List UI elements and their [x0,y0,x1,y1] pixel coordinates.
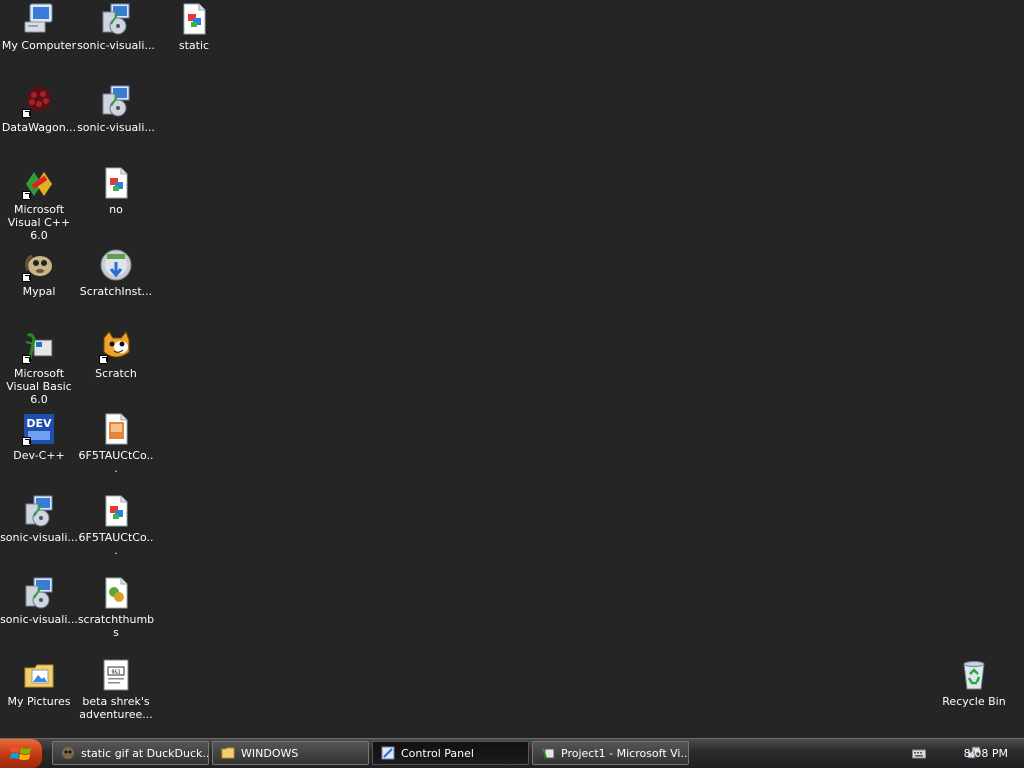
desktop-icon-beta-shrek[interactable]: 0&1 beta shrek's adventuree... [77,658,155,721]
taskbar-item-project1[interactable]: Project1 - Microsoft Vi... [532,741,689,765]
svg-text:0&1: 0&1 [111,670,120,676]
taskbar-item-label: Project1 - Microsoft Vi... [561,746,689,760]
taskbar: static gif at DuckDuck... WINDOWS Contro… [0,738,1024,768]
desktop-icon-label: beta shrek's adventuree... [79,695,153,721]
computer-icon [22,2,56,36]
dev-cpp-icon: DEV [22,412,56,446]
visual-cpp-icon [22,166,56,200]
desktop-icon-scratch[interactable]: Scratch [77,330,155,380]
windows-logo-icon [10,747,31,760]
image-file-icon [177,2,211,36]
shortcut-arrow-icon [22,355,31,364]
desktop-icon-label: 6F5TAUCtCo... [78,449,154,475]
vb-project-icon [541,746,555,760]
shortcut-arrow-icon [22,109,31,118]
desktop-icon-datawagon[interactable]: DataWagon... [0,84,78,134]
desktop-icon-6f5tauctco-2[interactable]: 6F5TAUCtCo... [77,494,155,557]
scratch-cat-icon [99,330,133,364]
desktop-icon-scratch-installer[interactable]: ScratchInst... [77,248,155,298]
desktop-icon-label: static [178,39,210,52]
desktop-icon-6f5tauctco-1[interactable]: 6F5TAUCtCo... [77,412,155,475]
desktop-icon-label: 6F5TAUCtCo... [78,531,154,557]
desktop-icon-label: Recycle Bin [942,695,1006,708]
desktop-icon-label: sonic-visuali... [0,531,78,544]
taskbar-item-duckduckgo[interactable]: static gif at DuckDuck... [52,741,209,765]
pictures-folder-icon [22,658,56,692]
desktop-icon-visual-basic[interactable]: Microsoft Visual Basic 6.0 [0,330,78,406]
document-icon: 0&1 [99,658,133,692]
recycle-bin-icon [957,658,991,692]
taskbar-item-windows-folder[interactable]: WINDOWS [212,741,369,765]
visual-basic-icon [22,330,56,364]
puzzle-file-icon [99,576,133,610]
installer-icon [22,494,56,528]
desktop-icon-label: sonic-visuali... [77,39,155,52]
desktop-icon-sonic-visualiser-1[interactable]: sonic-visuali... [77,2,155,52]
taskbar-item-label: Control Panel [401,746,474,760]
taskbar-item-label: WINDOWS [241,746,299,760]
desktop-icon-mypal[interactable]: Mypal [0,248,78,298]
folder-icon [221,746,235,760]
desktop-icon-dev-cpp[interactable]: DEV Dev-C++ [0,412,78,462]
datawagon-icon [22,84,56,118]
desktop-icon-sonic-visualiser-2[interactable]: sonic-visuali... [77,84,155,134]
desktop-icon-scratchthumbs[interactable]: scratchthumbs [77,576,155,639]
shortcut-arrow-icon [22,437,31,446]
desktop-icon-label: Mypal [22,285,56,298]
taskbar-item-label: static gif at DuckDuck... [81,746,209,760]
shortcut-arrow-icon [22,273,31,282]
installer-icon [99,2,133,36]
image-file-icon [99,166,133,200]
browser-icon [61,746,75,760]
desktop-icon-my-computer[interactable]: My Computer [0,2,78,52]
desktop-icon-label: DataWagon... [1,121,77,134]
desktop-icon-label: scratchthumbs [77,613,155,639]
shortcut-arrow-icon [22,191,31,200]
keyboard-icon[interactable] [912,748,926,763]
disc-installer-icon [99,248,133,282]
desktop-icon-label: ScratchInst... [79,285,153,298]
desktop-icon-label: Dev-C++ [13,449,65,462]
control-panel-icon [381,746,395,760]
desktop-icon-sonic-visualiser-4[interactable]: sonic-visuali... [0,576,78,626]
desktop-icon-no[interactable]: no [77,166,155,216]
desktop-icon-label: My Computer [1,39,77,52]
desktop-icon-recycle-bin[interactable]: Recycle Bin [935,658,1013,708]
image-file-icon [99,494,133,528]
desktop-icon-label: no [109,203,123,216]
desktop-icon-static[interactable]: static [155,2,233,52]
system-tray: 8:08 PM [874,739,1024,768]
shortcut-arrow-icon [99,355,108,364]
mypal-icon [22,248,56,282]
taskbar-item-control-panel[interactable]: Control Panel [372,741,529,765]
desktop-icon-label: My Pictures [7,695,71,708]
desktop-icon-label: Scratch [95,367,137,380]
svg-text:DEV: DEV [26,417,52,430]
desktop-icon-label: sonic-visuali... [0,613,78,626]
desktop-icon-label: Microsoft Visual Basic 6.0 [6,367,72,406]
desktop-icon-visual-cpp[interactable]: Microsoft Visual C++ 6.0 [0,166,78,242]
desktop-icon-label: Microsoft Visual C++ 6.0 [7,203,71,242]
clock[interactable]: 8:08 PM [964,747,1008,760]
installer-icon [22,576,56,610]
image-file-icon [99,412,133,446]
desktop: My Computer DataWagon... Microsoft Visua… [0,0,1024,738]
desktop-icon-label: sonic-visuali... [77,121,155,134]
start-button[interactable] [0,739,43,768]
desktop-icon-sonic-visualiser-3[interactable]: sonic-visuali... [0,494,78,544]
desktop-icon-my-pictures[interactable]: My Pictures [0,658,78,708]
installer-icon [99,84,133,118]
